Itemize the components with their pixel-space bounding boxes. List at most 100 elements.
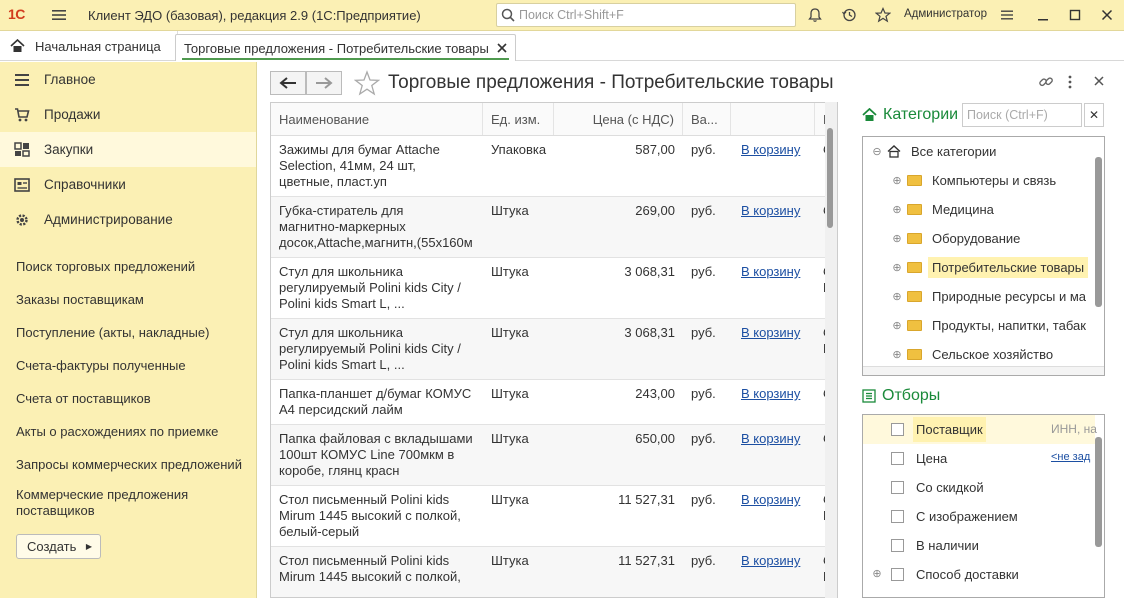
expand-icon[interactable]: ⊕ [887,232,907,245]
more-vertical-icon[interactable] [1067,74,1073,90]
category-search-input[interactable]: Поиск (Ctrl+F) [962,103,1082,127]
filter-item-with-image[interactable]: С изображением [863,502,1095,531]
create-button[interactable]: Создать ▶ [16,534,101,559]
sidebar-section-sales[interactable]: Продажи [0,97,256,132]
filter-value-link[interactable]: <не зад [1051,451,1090,463]
add-to-cart-link[interactable]: В корзину [741,431,800,447]
tree-item[interactable]: ⊕ Природные ресурсы и ма [863,282,1093,311]
sidebar-link-quote-requests[interactable]: Запросы коммерческих предложений [0,448,256,481]
forward-button[interactable] [306,71,342,95]
tree-item[interactable]: ⊕ Продукты, напитки, табак [863,311,1093,340]
table-row[interactable]: Папка-планшет д/бумаг КОМУС А4 персидский… [271,380,837,425]
favorite-star-icon[interactable] [354,70,380,96]
column-price[interactable]: Цена (с НДС) [554,103,683,135]
sidebar-link-invoices[interactable]: Счета-фактуры полученные [0,349,256,382]
tab-offers[interactable]: Торговые предложения - Потребительские т… [175,34,516,61]
global-search-input[interactable]: Поиск Ctrl+Shift+F [496,3,796,27]
tab-home[interactable]: Начальная страница [0,31,178,61]
sidebar-link-supplier-bills[interactable]: Счета от поставщиков [0,382,256,415]
sidebar-section-admin[interactable]: Администрирование [0,202,256,237]
sidebar-section-catalogs[interactable]: Справочники [0,167,256,202]
expand-icon[interactable]: ⊕ [887,174,907,187]
tree-item-selected[interactable]: ⊕ Потребительские товары [863,253,1093,282]
sidebar-section-main[interactable]: Главное [0,62,256,97]
tree-scrollbar-thumb[interactable] [1095,157,1102,307]
tree-hscrollbar[interactable] [863,366,1104,375]
filter-checkbox[interactable] [891,423,904,436]
row-unit: Штука [491,386,529,401]
column-action[interactable] [731,103,815,135]
expand-icon[interactable]: ⊕ [887,348,907,361]
collapse-icon[interactable]: ⊖ [867,145,887,158]
filter-item-supplier[interactable]: Поставщик ИНН, на [863,415,1097,444]
add-to-cart-link[interactable]: В корзину [741,264,800,280]
sidebar-link-receipts[interactable]: Поступление (акты, накладные) [0,316,256,349]
offers-table[interactable]: Наименование Ед. изм. Цена (с НДС) Ва...… [270,102,838,598]
table-row[interactable]: Стул для школьника регулируемый Polini ki… [271,319,837,380]
add-to-cart-link[interactable]: В корзину [741,553,800,569]
filter-item-discount[interactable]: Со скидкой [863,473,1095,502]
table-row[interactable]: Стол письменный Polini kids Mirum 1445 вы… [271,547,837,597]
scrollbar-thumb[interactable] [827,128,833,228]
maximize-icon[interactable] [1066,6,1084,24]
filter-value[interactable]: ИНН, на [1051,422,1097,436]
expand-icon[interactable]: ⊕ [887,290,907,303]
close-window-icon[interactable] [1098,6,1116,24]
close-form-icon[interactable] [1093,75,1105,87]
link-icon[interactable] [1038,74,1054,90]
expand-icon[interactable]: ⊕ [887,261,907,274]
user-name[interactable]: Администратор [904,8,987,20]
bell-icon[interactable] [806,6,824,24]
row-currency: руб. [691,142,716,157]
back-button[interactable] [270,71,306,95]
add-to-cart-link[interactable]: В корзину [741,203,800,219]
add-to-cart-link[interactable]: В корзину [741,142,800,158]
category-tree[interactable]: ⊖ Все категории ⊕ Компьютеры и связь ⊕ М… [862,136,1105,376]
table-row[interactable]: Стул для школьника регулируемый Polini ki… [271,258,837,319]
tree-item[interactable]: ⊕ Компьютеры и связь [863,166,1093,195]
filter-item-delivery[interactable]: ⊕ Способ доставки [863,560,1095,589]
table-row[interactable]: Зажимы для бумаг Attache Selection, 41мм,… [271,136,837,197]
clear-search-icon[interactable]: ✕ [1084,103,1104,127]
table-row[interactable]: Папка файловая с вкладышами 100шт КОМУС L… [271,425,837,486]
hamburger-menu-icon[interactable] [50,6,68,24]
sidebar-link-search-offers[interactable]: Поиск торговых предложений [0,250,256,283]
filter-checkbox[interactable] [891,539,904,552]
filter-item-in-stock[interactable]: В наличии [863,531,1095,560]
add-to-cart-link[interactable]: В корзину [741,325,800,341]
tree-item[interactable]: ⊕ Медицина [863,195,1093,224]
star-icon[interactable] [874,6,892,24]
table-row[interactable]: Стол письменный Polini kids Mirum 1445 вы… [271,486,837,547]
sidebar-section-purchases[interactable]: Закупки [0,132,256,167]
filters-scrollbar-thumb[interactable] [1095,437,1102,547]
tree-item[interactable]: ⊕ Оборудование [863,224,1093,253]
close-tab-icon[interactable] [497,43,507,53]
filter-checkbox[interactable] [891,452,904,465]
filter-checkbox[interactable] [891,568,904,581]
row-price: 243,00 [635,386,675,401]
sidebar-link-supplier-orders[interactable]: Заказы поставщикам [0,283,256,316]
history-icon[interactable] [840,6,858,24]
expand-icon[interactable]: ⊕ [887,203,907,216]
table-scrollbar[interactable] [825,102,837,598]
filters-list[interactable]: Поставщик ИНН, на Цена <не зад Со скидко… [862,414,1105,598]
filter-checkbox[interactable] [891,510,904,523]
window-menu-icon[interactable] [998,6,1016,24]
table-row[interactable]: Губка-стиратель для магнитно-маркерных дос… [271,197,837,258]
add-to-cart-link[interactable]: В корзину [741,386,800,402]
expand-icon[interactable]: ⊕ [867,567,887,580]
filter-checkbox[interactable] [891,481,904,494]
expand-icon[interactable]: ⊕ [887,319,907,332]
table-header: Наименование Ед. изм. Цена (с НДС) Ва...… [271,103,837,136]
filter-item-price[interactable]: Цена <не зад [863,444,1095,473]
tree-item-root[interactable]: ⊖ Все категории [863,137,1093,166]
tree-item[interactable]: ⊕ Сельское хозяйство [863,340,1093,369]
minimize-icon[interactable] [1034,6,1052,24]
column-name[interactable]: Наименование [271,103,483,135]
column-currency[interactable]: Ва... [683,103,731,135]
sidebar-link-discrepancy-acts[interactable]: Акты о расхождениях по приемке [0,415,256,448]
add-to-cart-link[interactable]: В корзину [741,492,800,508]
column-unit[interactable]: Ед. изм. [483,103,554,135]
sidebar-link-commercial-offers[interactable]: Коммерческие предложения поставщиков [0,481,200,519]
row-name-line: 100шт КОМУС Line 700мкм в [279,447,455,462]
